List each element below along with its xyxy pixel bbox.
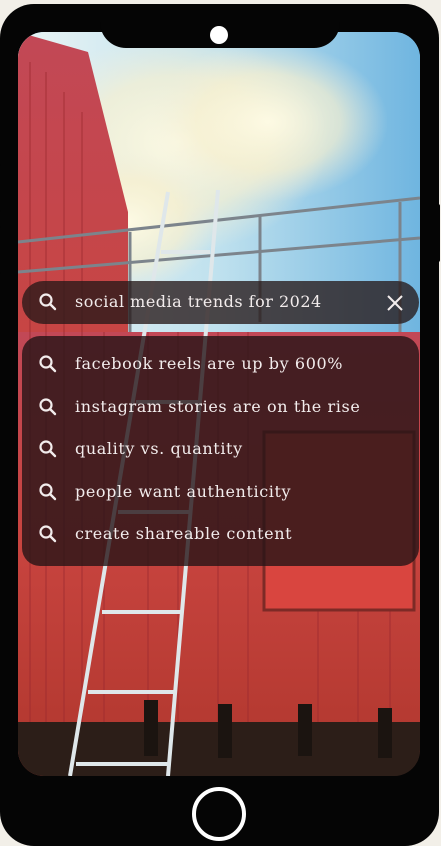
search-input[interactable]: social media trends for 2024 — [75, 292, 322, 311]
search-icon — [39, 440, 57, 458]
suggestion-label: facebook reels are up by 600% — [75, 354, 344, 373]
suggestions-list: facebook reels are up by 600% instagram … — [22, 336, 419, 566]
suggestion-label: create shareable content — [75, 524, 293, 543]
volume-button — [0, 164, 1, 212]
volume-button — [0, 226, 1, 274]
suggestion-item[interactable]: quality vs. quantity — [22, 429, 419, 471]
suggestion-item[interactable]: people want authenticity — [22, 472, 419, 514]
home-button[interactable] — [192, 787, 246, 841]
power-button — [436, 204, 440, 262]
camera-icon — [210, 26, 228, 44]
search-bar[interactable]: social media trends for 2024 — [22, 281, 419, 324]
phone-frame: social media trends for 2024 facebook re… — [0, 4, 440, 846]
close-icon[interactable] — [384, 292, 406, 314]
search-icon — [39, 355, 57, 373]
search-icon — [39, 398, 57, 416]
suggestion-item[interactable]: facebook reels are up by 600% — [22, 344, 419, 386]
suggestion-item[interactable]: create shareable content — [22, 514, 419, 556]
suggestion-label: quality vs. quantity — [75, 439, 243, 458]
suggestion-item[interactable]: instagram stories are on the rise — [22, 387, 419, 429]
suggestion-label: instagram stories are on the rise — [75, 397, 361, 416]
search-icon — [39, 483, 57, 501]
search-icon — [39, 293, 57, 311]
suggestion-label: people want authenticity — [75, 482, 292, 501]
search-icon — [39, 525, 57, 543]
